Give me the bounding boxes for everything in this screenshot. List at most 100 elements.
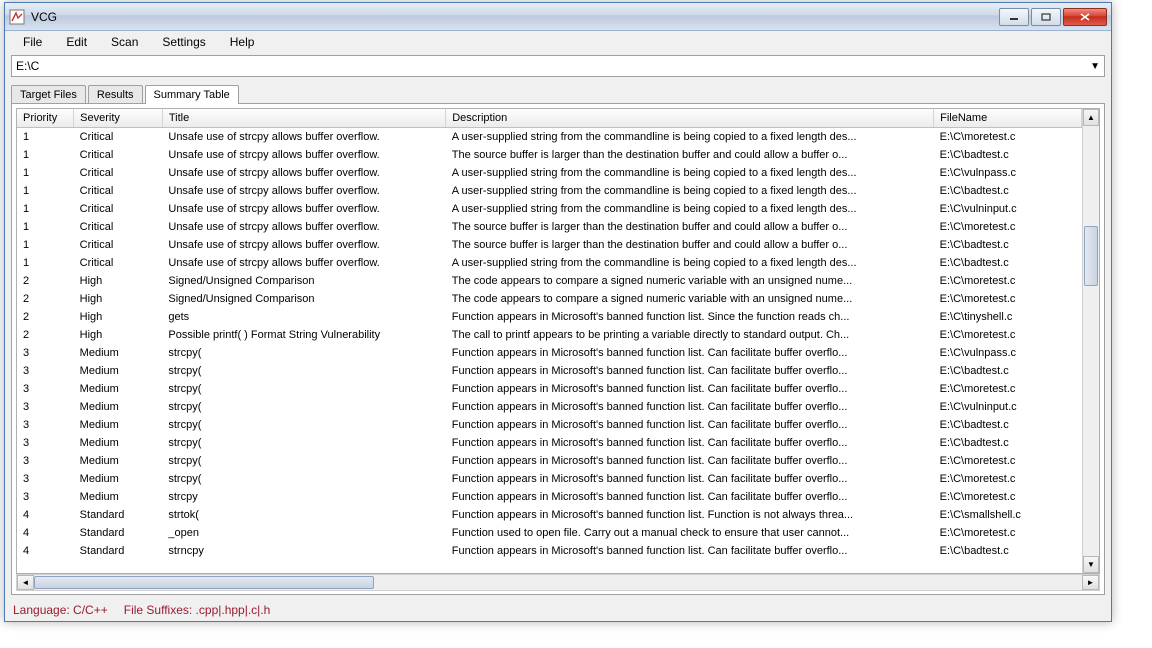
cell-severity: Critical: [74, 146, 163, 164]
table-row[interactable]: 1CriticalUnsafe use of strcpy allows buf…: [17, 200, 1082, 218]
cell-description: Function appears in Microsoft's banned f…: [446, 506, 934, 524]
table-row[interactable]: 2HighSigned/Unsigned ComparisonThe code …: [17, 272, 1082, 290]
cell-severity: Medium: [74, 416, 163, 434]
table-row[interactable]: 1CriticalUnsafe use of strcpy allows buf…: [17, 182, 1082, 200]
close-button[interactable]: [1063, 8, 1107, 26]
cell-priority: 1: [17, 164, 74, 182]
table-row[interactable]: 3Mediumstrcpy(Function appears in Micros…: [17, 416, 1082, 434]
table-row[interactable]: 2HighSigned/Unsigned ComparisonThe code …: [17, 290, 1082, 308]
cell-filename: E:\C\moretest.c: [934, 488, 1082, 506]
menu-settings[interactable]: Settings: [152, 33, 215, 51]
cell-title: strtok(: [162, 506, 445, 524]
scroll-track[interactable]: [1083, 126, 1099, 556]
hscroll-thumb[interactable]: [34, 576, 374, 589]
cell-filename: E:\C\badtest.c: [934, 362, 1082, 380]
col-priority[interactable]: Priority: [17, 109, 74, 128]
cell-priority: 3: [17, 362, 74, 380]
table-row[interactable]: 1CriticalUnsafe use of strcpy allows buf…: [17, 128, 1082, 146]
cell-severity: High: [74, 308, 163, 326]
cell-filename: E:\C\moretest.c: [934, 128, 1082, 146]
titlebar[interactable]: VCG: [5, 3, 1111, 31]
table-row[interactable]: 2High getsFunction appears in Microsoft'…: [17, 308, 1082, 326]
tab-summary-table[interactable]: Summary Table: [145, 85, 239, 104]
cell-description: The source buffer is larger than the des…: [446, 236, 934, 254]
cell-severity: High: [74, 290, 163, 308]
cell-description: A user-supplied string from the commandl…: [446, 128, 934, 146]
table-row[interactable]: 1CriticalUnsafe use of strcpy allows buf…: [17, 146, 1082, 164]
path-combobox[interactable]: E:\C ▼: [11, 55, 1105, 77]
cell-priority: 2: [17, 272, 74, 290]
cell-filename: E:\C\badtest.c: [934, 182, 1082, 200]
scroll-thumb[interactable]: [1084, 226, 1098, 286]
table-row[interactable]: 3Mediumstrcpy(Function appears in Micros…: [17, 398, 1082, 416]
cell-severity: Medium: [74, 470, 163, 488]
table-row[interactable]: 3MediumstrcpyFunction appears in Microso…: [17, 488, 1082, 506]
cell-priority: 1: [17, 200, 74, 218]
minimize-button[interactable]: [999, 8, 1029, 26]
cell-description: Function appears in Microsoft's banned f…: [446, 542, 934, 560]
cell-filename: E:\C\moretest.c: [934, 290, 1082, 308]
table-row[interactable]: 4Standardstrtok(Function appears in Micr…: [17, 506, 1082, 524]
status-language: Language: C/C++: [13, 603, 108, 617]
table-row[interactable]: 3Mediumstrcpy(Function appears in Micros…: [17, 470, 1082, 488]
cell-description: A user-supplied string from the commandl…: [446, 164, 934, 182]
table-row[interactable]: 3Mediumstrcpy(Function appears in Micros…: [17, 344, 1082, 362]
cell-description: A user-supplied string from the commandl…: [446, 200, 934, 218]
cell-priority: 1: [17, 128, 74, 146]
cell-filename: E:\C\tinyshell.c: [934, 308, 1082, 326]
col-severity[interactable]: Severity: [74, 109, 163, 128]
app-icon: [9, 9, 25, 25]
scroll-left-icon[interactable]: ◄: [17, 575, 34, 590]
chevron-down-icon[interactable]: ▼: [1090, 61, 1100, 72]
cell-severity: Critical: [74, 254, 163, 272]
cell-description: Function appears in Microsoft's banned f…: [446, 434, 934, 452]
vertical-scrollbar[interactable]: ▲ ▼: [1082, 109, 1099, 573]
tab-results[interactable]: Results: [88, 85, 143, 104]
table-row[interactable]: 3Mediumstrcpy(Function appears in Micros…: [17, 452, 1082, 470]
maximize-button[interactable]: [1031, 8, 1061, 26]
cell-description: Function appears in Microsoft's banned f…: [446, 308, 934, 326]
cell-filename: E:\C\badtest.c: [934, 236, 1082, 254]
cell-severity: High: [74, 272, 163, 290]
cell-filename: E:\C\vulninput.c: [934, 398, 1082, 416]
cell-description: Function used to open file. Carry out a …: [446, 524, 934, 542]
col-filename[interactable]: FileName: [934, 109, 1082, 128]
table-row[interactable]: 1CriticalUnsafe use of strcpy allows buf…: [17, 218, 1082, 236]
cell-description: The code appears to compare a signed num…: [446, 290, 934, 308]
table-row[interactable]: 3Mediumstrcpy(Function appears in Micros…: [17, 362, 1082, 380]
menu-file[interactable]: File: [13, 33, 52, 51]
cell-title: strcpy(: [162, 344, 445, 362]
table-row[interactable]: 4Standard_openFunction used to open file…: [17, 524, 1082, 542]
column-header-row: Priority Severity Title Description File…: [17, 109, 1082, 128]
cell-title: strcpy(: [162, 398, 445, 416]
col-title[interactable]: Title: [162, 109, 445, 128]
col-description[interactable]: Description: [446, 109, 934, 128]
scroll-down-icon[interactable]: ▼: [1083, 556, 1099, 573]
table-row[interactable]: 1CriticalUnsafe use of strcpy allows buf…: [17, 236, 1082, 254]
menu-help[interactable]: Help: [220, 33, 265, 51]
table-row[interactable]: 2HighPossible printf( ) Format String Vu…: [17, 326, 1082, 344]
table-row[interactable]: 3Mediumstrcpy(Function appears in Micros…: [17, 434, 1082, 452]
cell-priority: 1: [17, 182, 74, 200]
scroll-up-icon[interactable]: ▲: [1083, 109, 1099, 126]
cell-title: strcpy(: [162, 470, 445, 488]
tabstrip: Target Files Results Summary Table: [5, 81, 1111, 103]
hscroll-track[interactable]: [34, 575, 1082, 590]
menu-edit[interactable]: Edit: [56, 33, 97, 51]
cell-filename: E:\C\moretest.c: [934, 326, 1082, 344]
table-row[interactable]: 4StandardstrncpyFunction appears in Micr…: [17, 542, 1082, 560]
cell-title: strcpy(: [162, 434, 445, 452]
cell-title: strcpy(: [162, 416, 445, 434]
cell-severity: Medium: [74, 380, 163, 398]
summary-grid[interactable]: Priority Severity Title Description File…: [16, 108, 1100, 574]
horizontal-scrollbar[interactable]: ◄ ►: [16, 574, 1100, 591]
table-row[interactable]: 1CriticalUnsafe use of strcpy allows buf…: [17, 254, 1082, 272]
tab-target-files[interactable]: Target Files: [11, 85, 86, 104]
cell-filename: E:\C\smallshell.c: [934, 506, 1082, 524]
table-row[interactable]: 1CriticalUnsafe use of strcpy allows buf…: [17, 164, 1082, 182]
cell-filename: E:\C\moretest.c: [934, 272, 1082, 290]
menu-scan[interactable]: Scan: [101, 33, 148, 51]
cell-description: Function appears in Microsoft's banned f…: [446, 488, 934, 506]
table-row[interactable]: 3Mediumstrcpy(Function appears in Micros…: [17, 380, 1082, 398]
scroll-right-icon[interactable]: ►: [1082, 575, 1099, 590]
